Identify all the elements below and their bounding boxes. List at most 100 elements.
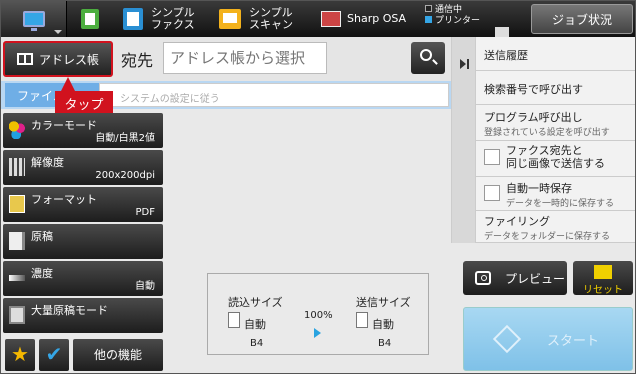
resolution-button[interactable]: 解像度 200x200dpi (3, 150, 163, 185)
preview-label: プレビュー (505, 271, 566, 286)
osa-icon (321, 11, 341, 27)
tab-simple-fax-label: シンプル ファクス (151, 6, 195, 31)
function-list: カラーモード 自動/白黒2値 解像度 200x200dpi フォーマット PDF… (3, 113, 163, 335)
fax-same-image-label: ファクス宛先と 同じ画像で送信する (506, 144, 605, 170)
original-button[interactable]: 原稿 (3, 224, 163, 259)
original-label: 原稿 (31, 230, 53, 243)
search-number-item[interactable]: 検索番号で呼び出す (476, 71, 635, 105)
format-icon (9, 195, 25, 213)
address-book-button[interactable]: アドレス帳 (3, 41, 113, 77)
original-icon (9, 232, 25, 250)
filing-field[interactable]: システムの設定に従う (99, 83, 449, 107)
read-size-label: 読込サイズ (228, 296, 283, 309)
density-icon (9, 275, 25, 281)
callout-pointer (61, 77, 75, 91)
fax-same-image-item[interactable]: ファクス宛先と 同じ画像で送信する (476, 141, 635, 177)
other-functions-button[interactable]: 他の機能 (73, 339, 163, 371)
auto-temp-save-checkbox[interactable] (484, 185, 500, 201)
favorite-button[interactable]: ★ (5, 339, 35, 371)
start-label: スタート (546, 333, 599, 349)
page-icon (356, 312, 368, 328)
arrow-right-icon (314, 328, 321, 338)
program-recall-label: プログラム呼び出し (484, 111, 583, 124)
auto-temp-save-item[interactable]: 自動一時保存 データを一時的に保存する (476, 177, 635, 211)
format-button[interactable]: フォーマット PDF (3, 187, 163, 222)
auto-temp-save-label: 自動一時保存 (506, 182, 572, 195)
color-mode-button[interactable]: カラーモード 自動/白黒2値 (3, 113, 163, 148)
color-mode-value: 自動/白黒2値 (95, 133, 155, 144)
filing-sub: データをフォルダーに保存する (484, 232, 611, 242)
density-label: 濃度 (31, 267, 53, 280)
book-icon (16, 53, 33, 65)
color-mode-label: カラーモード (31, 119, 97, 132)
check-icon: ✔ (45, 342, 63, 366)
format-label: フォーマット (31, 193, 97, 206)
tab-home[interactable] (1, 1, 67, 37)
search-button[interactable] (411, 42, 445, 74)
filing-item[interactable]: ファイリング データをフォルダーに保存する (476, 211, 635, 243)
bulk-original-button[interactable]: 大量原稿モード (3, 298, 163, 333)
density-button[interactable]: 濃度 自動 (3, 261, 163, 296)
preview-icon (475, 271, 491, 285)
scan-screen: シンプル ファクス シンプル スキャン Sharp OSA 通信中 プリンター … (0, 0, 636, 374)
tap-callout: タップ (55, 91, 113, 115)
printer-indicator-icon (425, 16, 432, 23)
search-icon (420, 49, 432, 61)
reset-icon (594, 265, 612, 279)
address-row: アドレス帳 宛先 (1, 37, 451, 81)
scale-ratio: 100% (304, 310, 333, 321)
start-button[interactable]: スタート (463, 307, 633, 371)
confirm-button[interactable]: ✔ (39, 339, 69, 371)
fax-same-image-checkbox[interactable] (484, 149, 500, 165)
tab-simple-fax[interactable]: シンプル ファクス (113, 1, 209, 37)
read-size-mode: 自動 (244, 318, 266, 331)
send-size-mode: 自動 (372, 318, 394, 331)
start-icon (492, 324, 522, 354)
expand-icon (460, 59, 466, 69)
resolution-icon (9, 158, 25, 176)
scan-icon (219, 9, 241, 29)
destination-label: 宛先 (121, 51, 154, 70)
read-paper-size: B4 (250, 338, 264, 349)
preview-button[interactable]: プレビュー (463, 261, 567, 295)
panel-expand-handle[interactable] (452, 37, 476, 243)
chevron-down-icon (54, 30, 62, 34)
printer-status: プリンター (435, 16, 481, 26)
tab-copy[interactable] (67, 1, 113, 37)
bottom-buttons: ★ ✔ 他の機能 (5, 339, 165, 371)
tab-sharp-osa[interactable]: Sharp OSA (321, 1, 421, 37)
size-panel: 読込サイズ 自動 B4 100% 送信サイズ 自動 B4 (207, 273, 429, 355)
tab-simple-scan-label: シンプル スキャン (249, 6, 293, 31)
monitor-icon (22, 11, 45, 31)
top-bar: シンプル ファクス シンプル スキャン Sharp OSA 通信中 プリンター … (1, 1, 635, 37)
expand-bar-icon (467, 59, 469, 69)
reset-button[interactable]: リセット (573, 261, 633, 296)
send-paper-size: B4 (378, 338, 392, 349)
job-status-button[interactable]: ジョブ状況 (531, 4, 633, 34)
send-history-item[interactable]: 送信履歴 (476, 37, 635, 71)
send-size-label: 送信サイズ (356, 296, 411, 309)
copy-icon (81, 9, 99, 29)
tab-sharp-osa-label: Sharp OSA (347, 12, 407, 25)
fax-icon (123, 8, 143, 30)
send-history-label: 送信履歴 (484, 49, 528, 62)
color-mode-icon (9, 121, 25, 139)
search-number-label: 検索番号で呼び出す (484, 83, 583, 96)
program-recall-item[interactable]: プログラム呼び出し 登録されている設定を呼び出す (476, 105, 635, 141)
auto-temp-save-sub: データを一時的に保存する (506, 199, 615, 209)
format-value: PDF (135, 207, 155, 218)
status-indicators: 通信中 プリンター (425, 3, 529, 37)
destination-input[interactable] (163, 42, 327, 74)
density-value: 自動 (135, 281, 155, 292)
resolution-label: 解像度 (31, 156, 64, 169)
program-recall-sub: 登録されている設定を呼び出す (484, 128, 610, 138)
page-icon (228, 312, 240, 328)
resolution-value: 200x200dpi (95, 170, 155, 181)
printer-icon (495, 27, 509, 37)
bulk-original-icon (9, 306, 25, 324)
bulk-original-label: 大量原稿モード (31, 304, 108, 317)
comm-indicator-icon (425, 5, 432, 12)
action-panel: 送信履歴 検索番号で呼び出す プログラム呼び出し 登録されている設定を呼び出す … (451, 37, 635, 243)
tab-simple-scan[interactable]: シンプル スキャン (209, 1, 313, 37)
filing-label: ファイリング (484, 215, 550, 228)
